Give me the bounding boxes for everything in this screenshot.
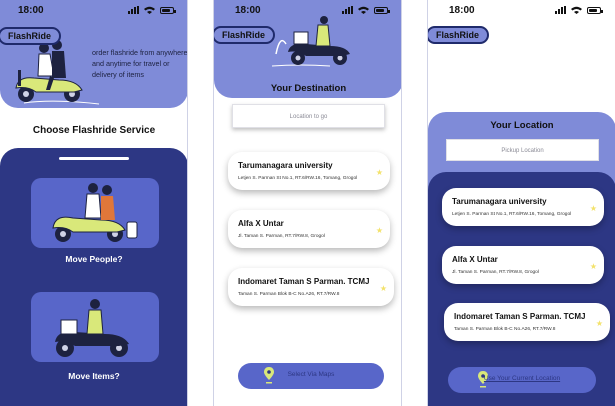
pickup-location-card[interactable]: Tarumanagara university Letjen S. Parman…	[442, 188, 604, 226]
flashride-logo: FlashRide	[428, 26, 490, 44]
use-current-location-label: Use Your Current Location	[483, 375, 561, 382]
destination-location-card[interactable]: Alfa X Untar Jl. Taman S. Parman, RT.7/R…	[228, 210, 390, 248]
status-icons	[342, 6, 390, 14]
status-icons	[128, 6, 176, 14]
pickup-screen: FlashRide Your Location Pickup Location …	[427, 0, 615, 406]
location-name: Indomaret Taman S Parman. TCMJ	[454, 312, 586, 321]
pickup-title: Your Location	[490, 120, 554, 131]
select-via-maps-label: Select Via Maps	[287, 371, 335, 378]
status-bar: 18:00	[213, 0, 402, 22]
battery-icon	[587, 6, 603, 14]
destination-location-card[interactable]: Indomaret Taman S Parman. TCMJ Taman S. …	[228, 268, 394, 306]
move-people-label[interactable]: Move People?	[0, 254, 187, 264]
people-scooter-illustration	[52, 183, 138, 242]
status-time: 18:00	[449, 5, 475, 16]
location-address: Taman S. Parman Blok B-C No.A26, RT.7/RW…	[238, 292, 340, 297]
sheet-handle[interactable]	[59, 157, 129, 160]
service-sheet: Move People? Move Items?	[0, 148, 187, 406]
location-address: Letjen S. Parman St No.1, RT.6/RW.16, To…	[452, 212, 572, 217]
pickup-location-card[interactable]: Indomaret Taman S Parman. TCMJ Taman S. …	[444, 303, 610, 341]
location-name: Alfa X Untar	[452, 255, 498, 264]
destination-location-card[interactable]: Tarumanagara university Letjen S. Parman…	[228, 152, 390, 190]
status-bar: 18:00	[0, 0, 188, 22]
move-people-card[interactable]	[31, 178, 159, 248]
location-address: Taman S. Parman Blok B-C No.A26, RT.7/RW…	[454, 327, 556, 332]
pickup-location-card[interactable]: Alfa X Untar Jl. Taman S. Parman, RT.7/R…	[442, 246, 604, 284]
move-items-card[interactable]	[31, 292, 159, 362]
location-name: Alfa X Untar	[238, 219, 284, 228]
location-address: Letjen S. Parman St No.1, RT.6/RW.16, To…	[238, 176, 358, 181]
home-screen: order flashride from anywhere and anytim…	[0, 0, 188, 406]
signal-icon	[128, 6, 139, 14]
status-time: 18:00	[18, 5, 44, 16]
destination-search-input[interactable]: Location to go	[232, 104, 385, 128]
wifi-icon	[358, 6, 369, 14]
location-address: Jl. Taman S. Parman, RT.7/RW.8, Grogol	[452, 270, 539, 275]
location-name: Tarumanagara university	[238, 161, 333, 170]
use-current-location-button[interactable]: Use Your Current Location	[448, 367, 596, 393]
wifi-icon	[144, 6, 155, 14]
move-items-label[interactable]: Move Items?	[0, 371, 187, 381]
signal-icon	[342, 6, 353, 14]
star-icon[interactable]: ★	[376, 168, 383, 177]
status-bar: 18:00	[427, 0, 615, 22]
home-tagline: order flashride from anywhere and anytim…	[92, 48, 188, 79]
status-icons	[555, 6, 603, 14]
items-scooter-illustration	[55, 299, 129, 357]
pickup-search-input[interactable]: Pickup Location	[446, 139, 599, 161]
location-address: Jl. Taman S. Parman, RT.7/RW.8, Grogol	[238, 234, 325, 239]
wifi-icon	[571, 6, 582, 14]
destination-screen: FlashRide Your Destination Location to g…	[213, 0, 402, 406]
choose-service-title: Choose Flashride Service	[32, 125, 156, 136]
location-name: Tarumanagara university	[452, 197, 547, 206]
flashride-logo: FlashRide	[0, 27, 62, 45]
battery-icon	[374, 6, 390, 14]
flashride-logo: FlashRide	[214, 26, 276, 44]
status-time: 18:00	[235, 5, 261, 16]
star-icon[interactable]: ★	[590, 262, 597, 271]
destination-title: Your Destination	[270, 83, 347, 94]
star-icon[interactable]: ★	[380, 284, 387, 293]
star-icon[interactable]: ★	[596, 319, 603, 328]
delivery-scooter-illustration	[271, 16, 350, 67]
star-icon[interactable]: ★	[376, 226, 383, 235]
signal-icon	[555, 6, 566, 14]
battery-icon	[160, 6, 176, 14]
star-icon[interactable]: ★	[590, 204, 597, 213]
select-via-maps-button[interactable]: Select Via Maps	[238, 363, 384, 389]
location-name: Indomaret Taman S Parman. TCMJ	[238, 277, 370, 286]
